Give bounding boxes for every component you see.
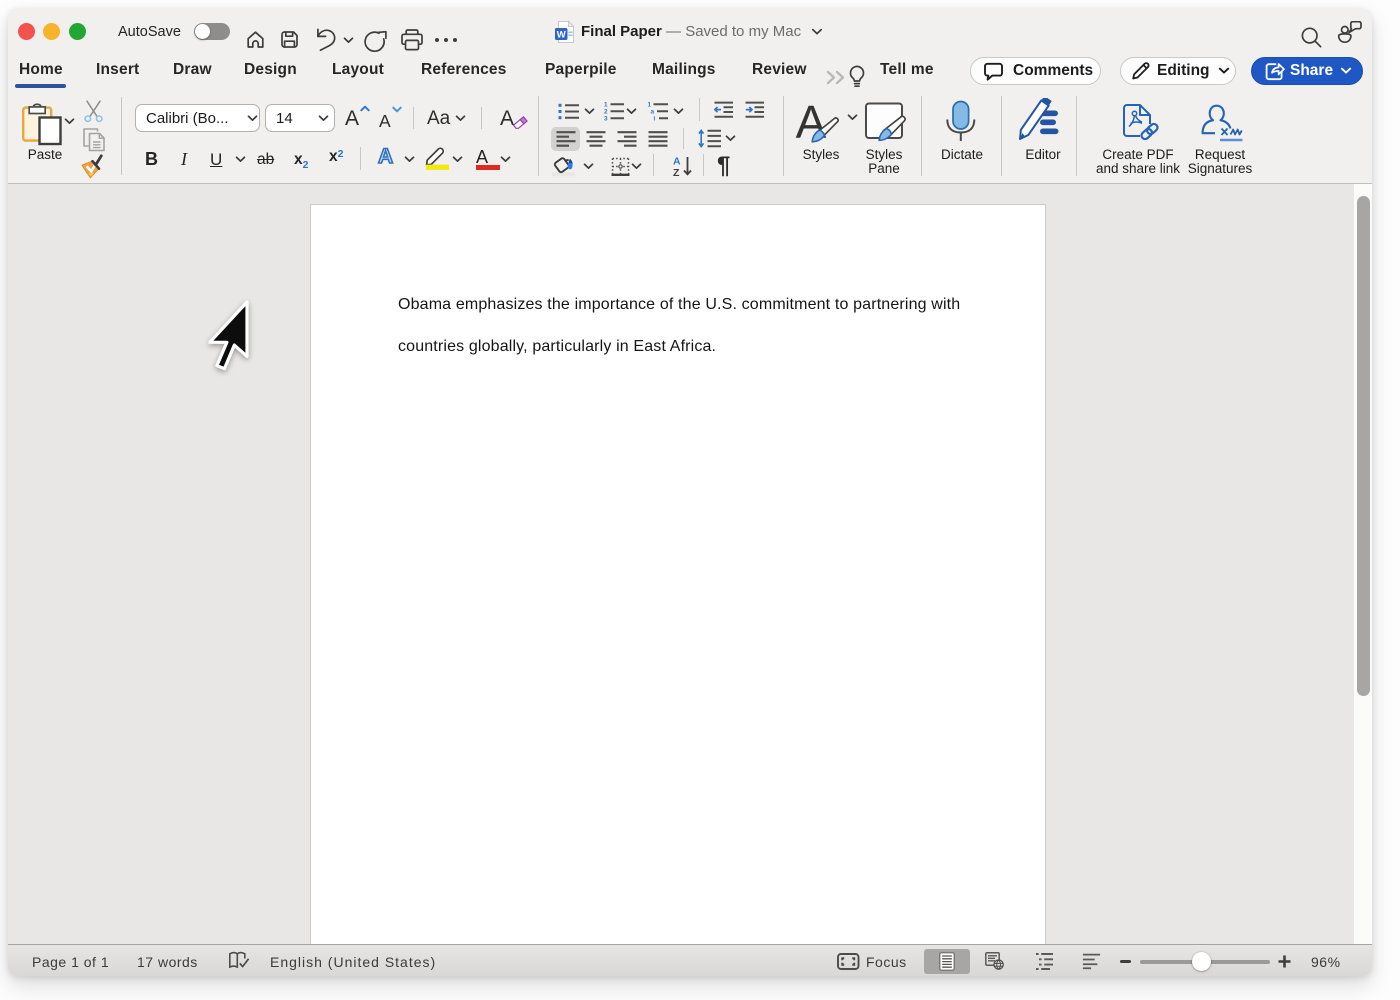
svg-text:1: 1	[604, 102, 608, 109]
svg-text:W: W	[557, 29, 566, 40]
svg-text:Z: Z	[673, 167, 680, 177]
svg-text:a: a	[651, 109, 655, 116]
svg-text:1: 1	[648, 102, 652, 109]
svg-text:i: i	[654, 116, 656, 121]
svg-text:2: 2	[604, 109, 608, 116]
svg-text:A: A	[673, 155, 681, 167]
svg-text:3: 3	[604, 116, 608, 121]
